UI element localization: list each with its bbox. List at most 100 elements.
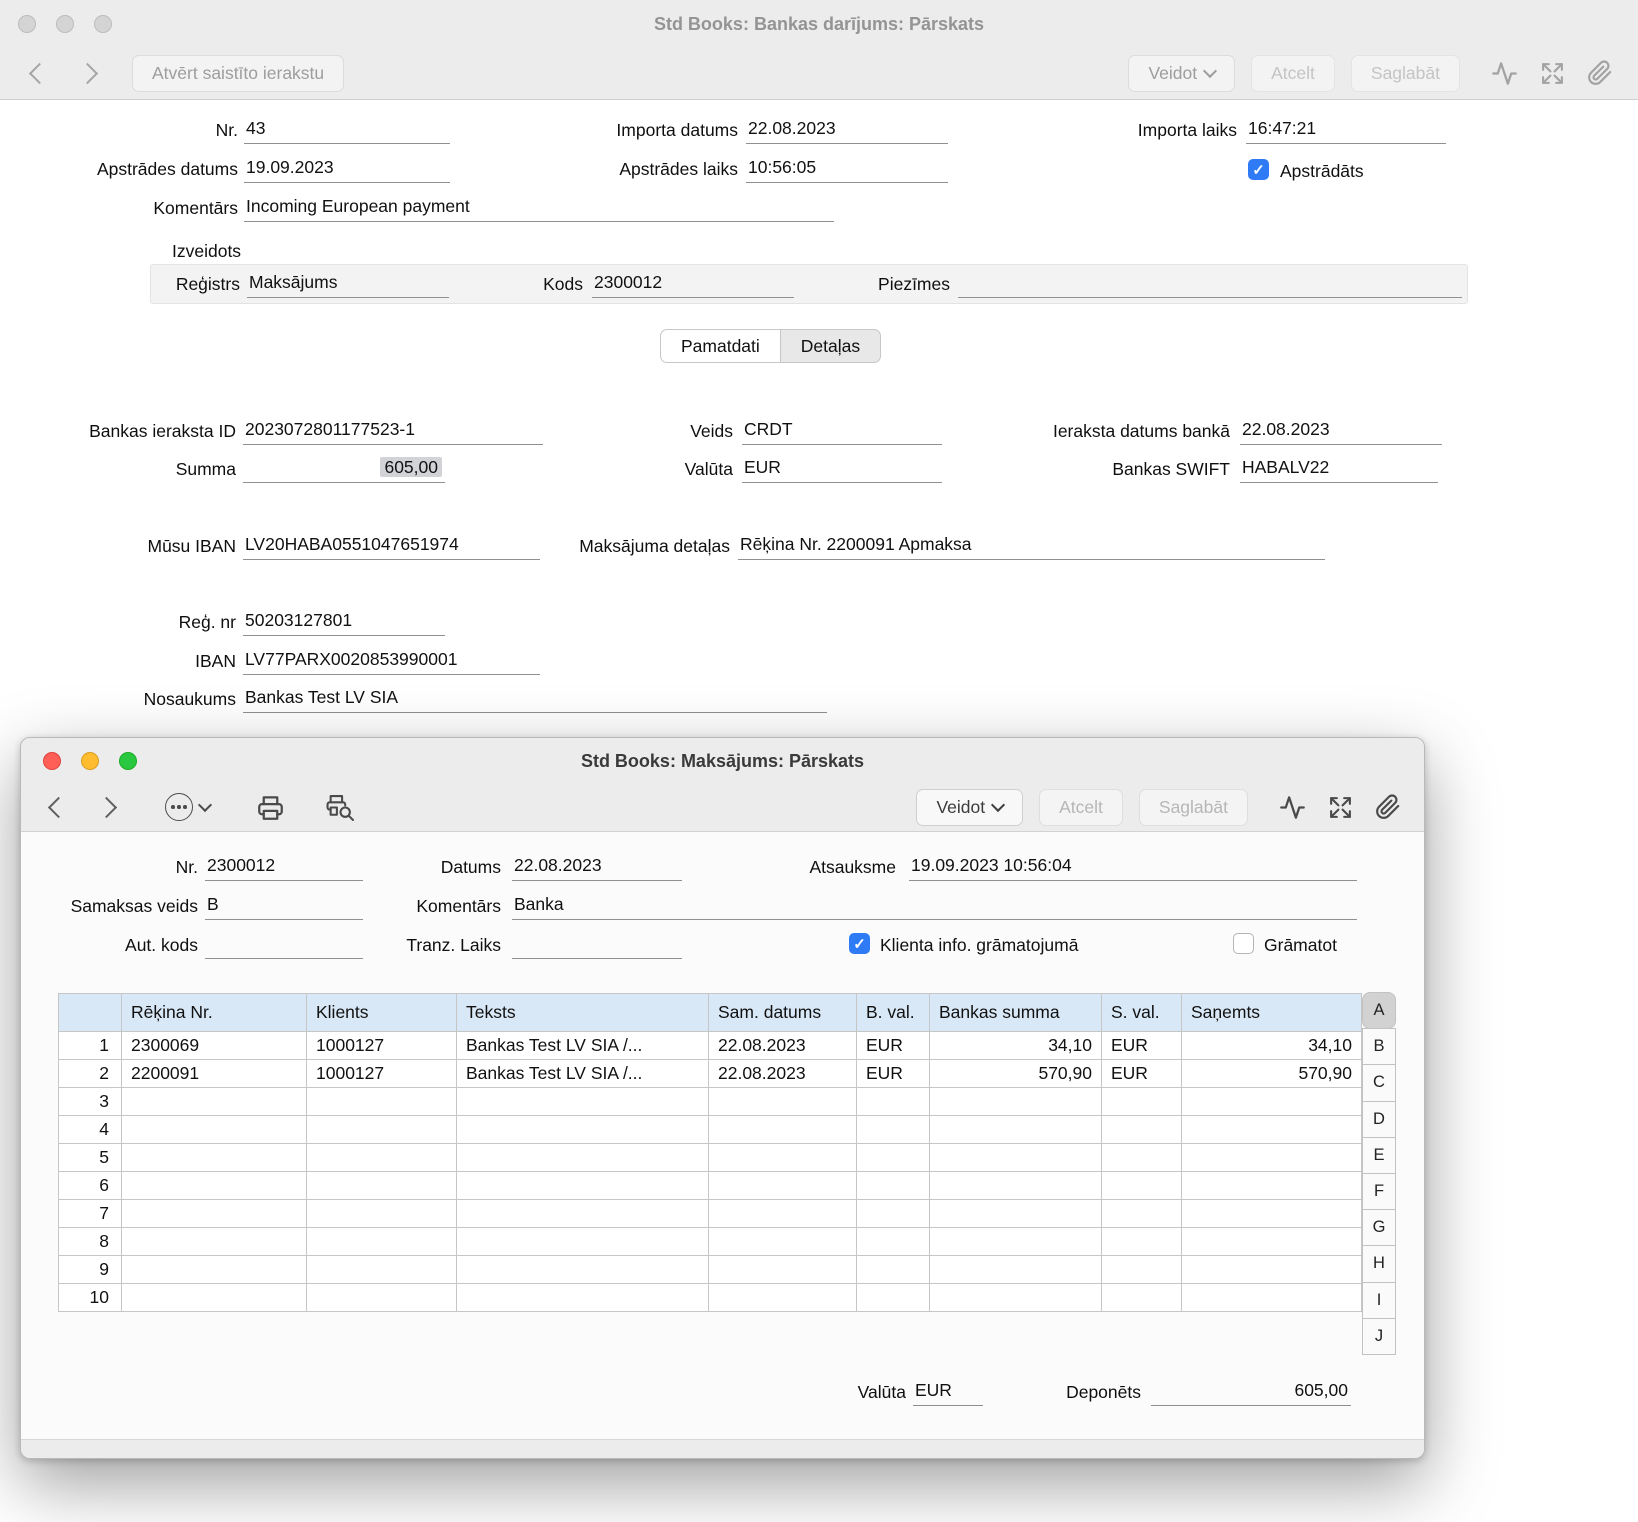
table-cell[interactable]: 1000127 — [307, 1032, 457, 1060]
table-cell[interactable] — [1102, 1116, 1182, 1144]
table-row[interactable]: 9 — [59, 1256, 1362, 1284]
table-row[interactable]: 6 — [59, 1172, 1362, 1200]
table-cell[interactable] — [1102, 1256, 1182, 1284]
tab-detalas[interactable]: Detaļas — [781, 329, 881, 363]
piezimes-field[interactable] — [958, 271, 1462, 298]
table-cell[interactable] — [709, 1200, 857, 1228]
table-cell[interactable] — [709, 1256, 857, 1284]
row-number-cell[interactable]: 7 — [59, 1200, 122, 1228]
header-bankas-summa[interactable]: Bankas summa — [930, 994, 1102, 1032]
row-number-cell[interactable]: 4 — [59, 1116, 122, 1144]
table-row[interactable]: 123000691000127Bankas Test LV SIA /...22… — [59, 1032, 1362, 1060]
bankas-swift-field[interactable]: HABALV22 — [1240, 456, 1438, 483]
table-cell[interactable] — [857, 1116, 930, 1144]
side-tab-h[interactable]: H — [1362, 1245, 1396, 1282]
table-cell[interactable] — [457, 1116, 709, 1144]
table-cell[interactable] — [1182, 1200, 1362, 1228]
musu-iban-field[interactable]: LV20HABA0551047651974 — [243, 533, 540, 560]
nosaukums-field[interactable]: Bankas Test LV SIA — [243, 686, 827, 713]
table-cell[interactable] — [1102, 1088, 1182, 1116]
table-cell[interactable] — [930, 1256, 1102, 1284]
table-cell[interactable] — [1182, 1256, 1362, 1284]
row-number-cell[interactable]: 10 — [59, 1284, 122, 1312]
paperclip-icon[interactable] — [1372, 791, 1404, 823]
apstradats-checkbox[interactable] — [1248, 159, 1269, 180]
table-cell[interactable] — [122, 1144, 307, 1172]
print-preview-icon[interactable] — [324, 791, 356, 823]
table-cell[interactable] — [857, 1256, 930, 1284]
table-cell[interactable] — [457, 1088, 709, 1116]
table-cell[interactable]: 22.08.2023 — [709, 1060, 857, 1088]
table-cell[interactable] — [122, 1256, 307, 1284]
komentars-field[interactable]: Banka — [512, 893, 1357, 920]
table-cell[interactable] — [709, 1172, 857, 1200]
table-cell[interactable]: 570,90 — [1182, 1060, 1362, 1088]
atsauksme-field[interactable]: 19.09.2023 10:56:04 — [909, 854, 1357, 881]
side-tab-c[interactable]: C — [1362, 1064, 1396, 1101]
table-cell[interactable] — [709, 1144, 857, 1172]
iban-field[interactable]: LV77PARX0020853990001 — [243, 648, 540, 675]
saglabat-button[interactable]: Saglabāt — [1351, 55, 1460, 92]
summa-field[interactable]: 605,00 — [243, 456, 445, 483]
expand-icon[interactable] — [1536, 57, 1568, 89]
table-cell[interactable]: 22.08.2023 — [709, 1032, 857, 1060]
table-cell[interactable] — [709, 1284, 857, 1312]
table-cell[interactable] — [1102, 1284, 1182, 1312]
table-cell[interactable] — [457, 1228, 709, 1256]
print-icon[interactable] — [254, 791, 286, 823]
maksajuma-detalas-field[interactable]: Rēķina Nr. 2200091 Apmaksa — [738, 533, 1325, 560]
table-cell[interactable] — [1102, 1228, 1182, 1256]
tranz-laiks-field[interactable] — [512, 932, 682, 959]
table-cell[interactable] — [930, 1200, 1102, 1228]
table-cell[interactable] — [1102, 1172, 1182, 1200]
forward-button[interactable] — [70, 56, 104, 90]
table-cell[interactable]: EUR — [1102, 1032, 1182, 1060]
reg-nr-field[interactable]: 50203127801 — [243, 609, 445, 636]
row-number-cell[interactable]: 1 — [59, 1032, 122, 1060]
aut-kods-field[interactable] — [205, 932, 363, 959]
table-cell[interactable] — [857, 1144, 930, 1172]
table-cell[interactable] — [1182, 1172, 1362, 1200]
table-cell[interactable]: 34,10 — [1182, 1032, 1362, 1060]
veids-field[interactable]: CRDT — [742, 418, 942, 445]
row-number-cell[interactable]: 8 — [59, 1228, 122, 1256]
paperclip-icon[interactable] — [1584, 57, 1616, 89]
side-tab-f[interactable]: F — [1362, 1173, 1396, 1210]
back-button[interactable] — [41, 790, 75, 824]
table-cell[interactable] — [122, 1088, 307, 1116]
side-tab-d[interactable]: D — [1362, 1101, 1396, 1138]
table-cell[interactable] — [930, 1284, 1102, 1312]
apstrades-laiks-field[interactable]: 10:56:05 — [746, 156, 948, 183]
more-options-button[interactable] — [165, 793, 210, 821]
row-number-cell[interactable]: 3 — [59, 1088, 122, 1116]
table-cell[interactable]: 34,10 — [930, 1032, 1102, 1060]
table-cell[interactable] — [857, 1172, 930, 1200]
header-sanemts[interactable]: Saņemts — [1182, 994, 1362, 1032]
table-cell[interactable] — [122, 1228, 307, 1256]
table-cell[interactable] — [307, 1256, 457, 1284]
table-cell[interactable] — [930, 1088, 1102, 1116]
nr-field[interactable]: 43 — [244, 117, 450, 144]
table-cell[interactable] — [307, 1144, 457, 1172]
table-cell[interactable] — [1102, 1200, 1182, 1228]
table-cell[interactable] — [930, 1144, 1102, 1172]
table-cell[interactable]: 2200091 — [122, 1060, 307, 1088]
header-b-val[interactable]: B. val. — [857, 994, 930, 1032]
table-cell[interactable] — [457, 1200, 709, 1228]
row-number-cell[interactable]: 9 — [59, 1256, 122, 1284]
table-cell[interactable] — [122, 1284, 307, 1312]
table-cell[interactable] — [709, 1116, 857, 1144]
komentars-field[interactable]: Incoming European payment — [244, 195, 834, 222]
expand-icon[interactable] — [1324, 791, 1356, 823]
table-cell[interactable] — [122, 1116, 307, 1144]
bankas-ieraksta-id-field[interactable]: 2023072801177523-1 — [243, 418, 543, 445]
table-cell[interactable] — [457, 1256, 709, 1284]
table-cell[interactable] — [307, 1200, 457, 1228]
table-cell[interactable] — [457, 1284, 709, 1312]
table-cell[interactable] — [857, 1284, 930, 1312]
table-cell[interactable] — [307, 1088, 457, 1116]
forward-button[interactable] — [89, 790, 123, 824]
table-cell[interactable] — [307, 1116, 457, 1144]
table-row[interactable]: 222000911000127Bankas Test LV SIA /...22… — [59, 1060, 1362, 1088]
row-number-cell[interactable]: 5 — [59, 1144, 122, 1172]
